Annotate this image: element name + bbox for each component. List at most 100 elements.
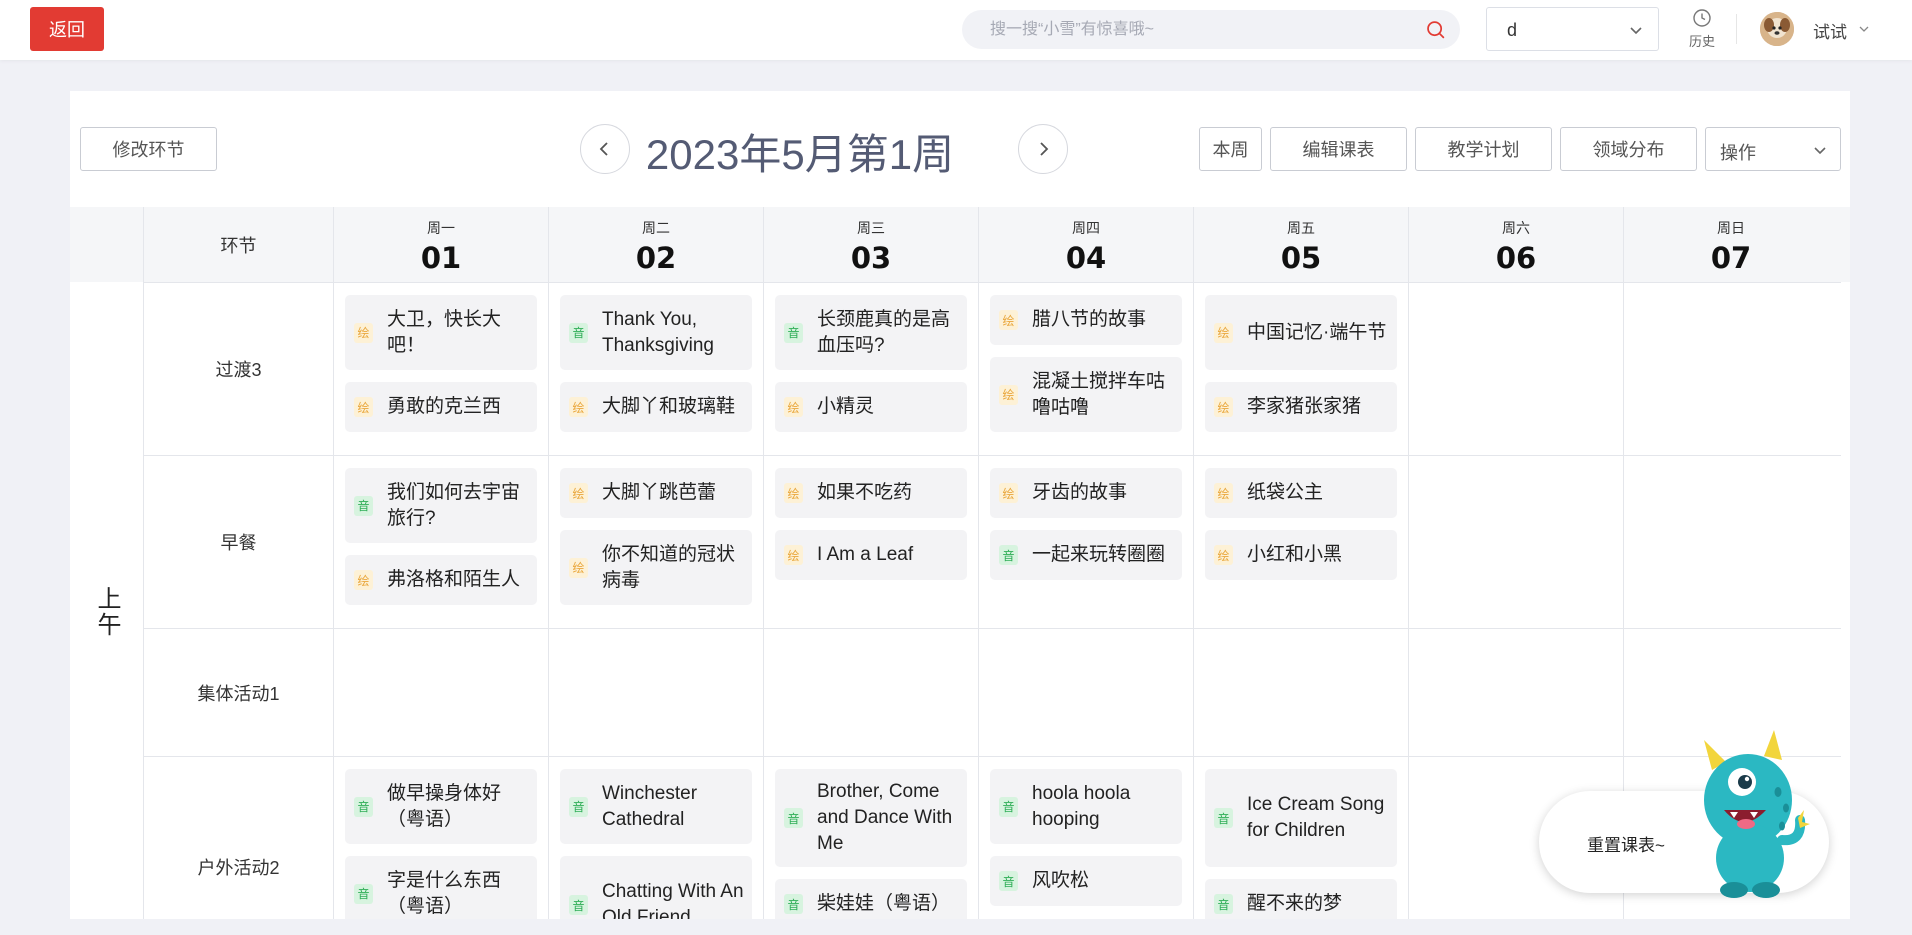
lesson-card[interactable]: 音 hoola hoola hooping bbox=[990, 769, 1182, 844]
schedule-cell[interactable]: 绘中国记忆·端午节绘李家猪张家猪 bbox=[1193, 283, 1408, 455]
search-input[interactable] bbox=[990, 10, 1410, 49]
music-tag: 音 bbox=[1214, 894, 1233, 914]
schedule-cell[interactable]: 音 Winchester Cathedral 音 Chatting With An O… bbox=[548, 757, 763, 919]
lesson-card[interactable]: 绘小红和小黑 bbox=[1205, 530, 1397, 580]
lesson-title: 勇敢的克兰西 bbox=[387, 396, 502, 417]
schedule-cell[interactable] bbox=[1408, 283, 1623, 455]
schedule-cell[interactable] bbox=[978, 629, 1193, 756]
lesson-card[interactable]: 绘腊八节的故事 bbox=[990, 295, 1182, 345]
picture-book-tag: 绘 bbox=[354, 322, 373, 343]
lesson-title: 小精灵 bbox=[817, 396, 875, 417]
lesson-card[interactable]: 绘你不知道的冠状病毒 bbox=[560, 530, 752, 605]
clock-icon bbox=[1693, 9, 1711, 27]
lesson-card[interactable]: 音一起来玩转圈圈 bbox=[990, 530, 1182, 580]
lesson-card[interactable]: 音醒不来的梦 bbox=[1205, 879, 1397, 919]
schedule-header: 环节 周一 01 周二 02 周三 03 周四 04 周五 05 周六 06 周日 07 bbox=[70, 207, 1850, 282]
schedule-cell[interactable]: 音 Ice Cream Song for Children 音醒不来的梦 bbox=[1193, 757, 1408, 919]
morning-label: 上午 bbox=[70, 282, 143, 919]
chevron-down-icon[interactable] bbox=[1858, 23, 1870, 35]
schedule-cell[interactable] bbox=[1623, 456, 1838, 628]
lesson-card[interactable]: 音风吹松 bbox=[990, 856, 1182, 906]
lesson-title: 我们如何去宇宙旅行? bbox=[387, 481, 521, 529]
lesson-card[interactable]: 绘牙齿的故事 bbox=[990, 468, 1182, 518]
teaching-plan-button[interactable]: 教学计划 bbox=[1415, 127, 1552, 171]
lesson-title: 长颈鹿真的是高血压吗? bbox=[817, 308, 951, 356]
lesson-title: 你不知道的冠状病毒 bbox=[602, 543, 736, 591]
lesson-card[interactable]: 音长颈鹿真的是高血压吗? bbox=[775, 295, 967, 370]
schedule-cell[interactable] bbox=[548, 629, 763, 756]
lesson-card[interactable]: 绘勇敢的克兰西 bbox=[345, 382, 537, 432]
search-box bbox=[962, 10, 1460, 49]
class-select[interactable]: d bbox=[1486, 7, 1659, 51]
lesson-card[interactable]: 绘大卫，快长大吧！ bbox=[345, 295, 537, 370]
lesson-card[interactable]: 音 Brother, Come and Dance With Me bbox=[775, 769, 967, 867]
music-tag: 音 bbox=[999, 871, 1018, 891]
schedule-cell[interactable]: 绘大卫，快长大吧！绘勇敢的克兰西 bbox=[333, 283, 548, 455]
lesson-card[interactable]: 音字是什么东西（粤语） bbox=[345, 856, 537, 919]
lesson-title: Ice Cream Song for Children bbox=[1247, 794, 1385, 841]
schedule-cell[interactable]: 音 Brother, Come and Dance With Me 音柴娃娃（粤语） bbox=[763, 757, 978, 919]
lesson-card[interactable]: 绘 I Am a Leaf bbox=[775, 530, 967, 580]
lesson-card[interactable]: 绘混凝土搅拌车咕噜咕噜 bbox=[990, 357, 1182, 432]
schedule-cell[interactable] bbox=[333, 629, 548, 756]
chevron-left-icon bbox=[599, 142, 608, 156]
schedule-cell[interactable]: 绘纸袋公主绘小红和小黑 bbox=[1193, 456, 1408, 628]
lesson-card[interactable]: 音 Thank You, Thanksgiving bbox=[560, 295, 752, 370]
lesson-card[interactable]: 绘李家猪张家猪 bbox=[1205, 382, 1397, 432]
schedule-cell[interactable] bbox=[763, 629, 978, 756]
history-button[interactable]: 历史 bbox=[1683, 8, 1721, 52]
lesson-card[interactable]: 绘大脚丫跳芭蕾 bbox=[560, 468, 752, 518]
weekday-label: 周二 bbox=[642, 220, 670, 236]
edit-schedule-button[interactable]: 编辑课表 bbox=[1270, 127, 1407, 171]
monster-mascot-icon[interactable] bbox=[1690, 730, 1810, 900]
week-title: 2023年5月第1周 bbox=[645, 131, 955, 178]
schedule-cell[interactable]: 绘如果不吃药绘 I Am a Leaf bbox=[763, 456, 978, 628]
avatar[interactable] bbox=[1760, 12, 1794, 46]
prev-week-button[interactable] bbox=[580, 124, 630, 174]
lesson-card[interactable]: 绘如果不吃药 bbox=[775, 468, 967, 518]
schedule-cell[interactable] bbox=[1193, 629, 1408, 756]
music-tag: 音 bbox=[999, 796, 1018, 817]
day-header: 周六 06 bbox=[1408, 207, 1623, 282]
lesson-card[interactable]: 音做早操身体好（粤语） bbox=[345, 769, 537, 844]
date-number: 06 bbox=[1495, 241, 1537, 275]
lesson-title: 如果不吃药 bbox=[817, 482, 913, 503]
schedule-cell[interactable]: 绘牙齿的故事音一起来玩转圈圈 bbox=[978, 456, 1193, 628]
lesson-card[interactable]: 绘小精灵 bbox=[775, 382, 967, 432]
lesson-title: 大脚丫和玻璃鞋 bbox=[602, 396, 736, 417]
date-number: 04 bbox=[1065, 241, 1107, 275]
back-button[interactable]: 返回 bbox=[30, 7, 104, 51]
lesson-card[interactable]: 绘弗洛格和陌生人 bbox=[345, 555, 537, 605]
lesson-card[interactable]: 音 Chatting With An Old Friend bbox=[560, 856, 752, 919]
modify-segment-button[interactable]: 修改环节 bbox=[80, 127, 217, 171]
schedule-cell[interactable]: 音我们如何去宇宙旅行? 绘弗洛格和陌生人 bbox=[333, 456, 548, 628]
next-week-button[interactable] bbox=[1018, 124, 1068, 174]
operations-select[interactable]: 操作 bbox=[1705, 127, 1841, 171]
schedule-cell[interactable]: 绘大脚丫跳芭蕾绘你不知道的冠状病毒 bbox=[548, 456, 763, 628]
chevron-down-icon bbox=[1814, 147, 1826, 155]
lesson-card[interactable]: 绘大脚丫和玻璃鞋 bbox=[560, 382, 752, 432]
lesson-card[interactable]: 绘纸袋公主 bbox=[1205, 468, 1397, 518]
schedule-cell[interactable]: 音 hoola hoola hooping 音风吹松 bbox=[978, 757, 1193, 919]
lesson-title: 牙齿的故事 bbox=[1032, 482, 1128, 503]
lesson-title: 做早操身体好（粤语） bbox=[387, 782, 502, 830]
search-icon[interactable] bbox=[1425, 19, 1446, 40]
user-name[interactable]: 试试 bbox=[1813, 18, 1847, 43]
schedule-cell[interactable] bbox=[1408, 456, 1623, 628]
lesson-card[interactable]: 音 Winchester Cathedral bbox=[560, 769, 752, 844]
schedule-cell[interactable]: 音长颈鹿真的是高血压吗? 绘小精灵 bbox=[763, 283, 978, 455]
schedule-cell[interactable]: 音做早操身体好（粤语） 音字是什么东西（粤语） bbox=[333, 757, 548, 919]
lesson-card[interactable]: 绘中国记忆·端午节 bbox=[1205, 295, 1397, 370]
lesson-card[interactable]: 音柴娃娃（粤语） bbox=[775, 879, 967, 919]
schedule-row: 过渡3 绘大卫，快长大吧！绘勇敢的克兰西音 Thank You, Thanksgiv… bbox=[143, 282, 1841, 455]
schedule-cell[interactable]: 绘腊八节的故事绘混凝土搅拌车咕噜咕噜 bbox=[978, 283, 1193, 455]
schedule-cell[interactable]: 音 Thank You, Thanksgiving 绘大脚丫和玻璃鞋 bbox=[548, 283, 763, 455]
this-week-button[interactable]: 本周 bbox=[1199, 127, 1262, 171]
domain-distribution-button[interactable]: 领域分布 bbox=[1560, 127, 1697, 171]
music-tag: 音 bbox=[569, 322, 588, 343]
lesson-title: 醒不来的梦 bbox=[1247, 893, 1343, 914]
schedule-cell[interactable] bbox=[1408, 629, 1623, 756]
schedule-cell[interactable] bbox=[1623, 283, 1838, 455]
lesson-card[interactable]: 音 Ice Cream Song for Children bbox=[1205, 769, 1397, 867]
lesson-card[interactable]: 音我们如何去宇宙旅行? bbox=[345, 468, 537, 543]
